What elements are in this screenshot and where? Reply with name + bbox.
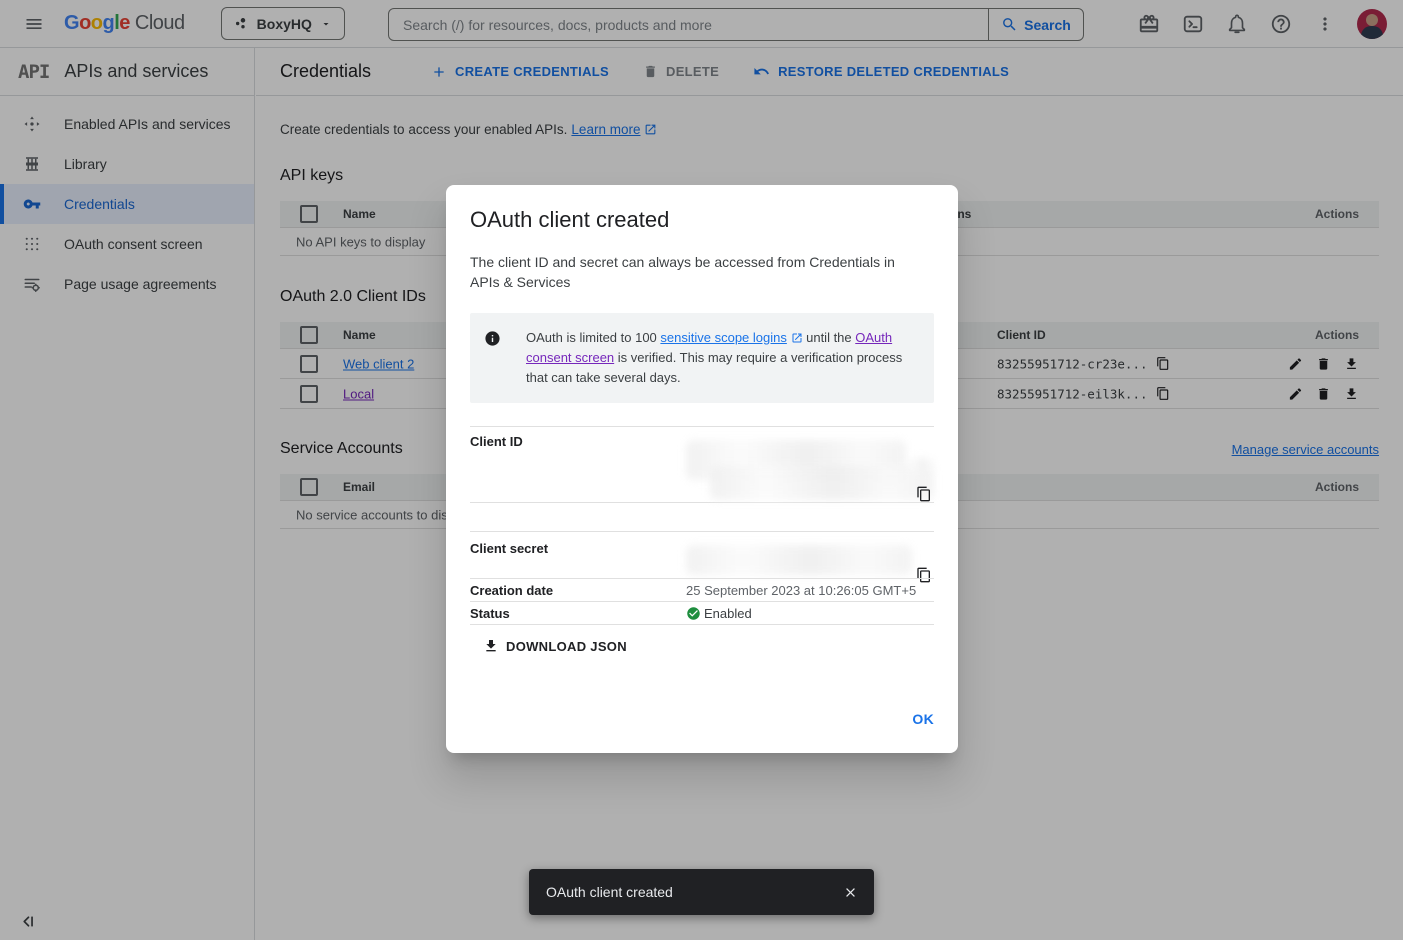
row-spacer [470, 502, 934, 531]
copy-client-id-button[interactable] [916, 486, 932, 502]
redaction-blob [908, 458, 934, 472]
info-icon [484, 328, 526, 388]
sensitive-scope-logins-link[interactable]: sensitive scope logins [660, 330, 786, 345]
info-text-pre: OAuth is limited to 100 [526, 330, 660, 345]
creation-date-label: Creation date [470, 583, 686, 598]
creation-date-value: 25 September 2023 at 10:26:05 GMT+5 [686, 583, 916, 598]
status-row: Status Enabled [470, 601, 934, 625]
download-json-label: DOWNLOAD JSON [506, 639, 627, 654]
close-icon [843, 885, 858, 900]
redaction-blob [710, 466, 934, 500]
ok-button[interactable]: OK [912, 711, 934, 727]
toast-notification: OAuth client created [529, 869, 874, 915]
info-text-mid: until the [803, 330, 856, 345]
status-value: Enabled [686, 606, 752, 621]
info-banner: OAuth is limited to 100 sensitive scope … [470, 313, 934, 403]
client-secret-row: Client secret [470, 531, 934, 578]
redaction-blob [686, 545, 912, 575]
toast-close-button[interactable] [837, 879, 864, 906]
copy-icon [916, 486, 932, 502]
client-id-row: Client ID [470, 426, 934, 502]
check-circle-icon [686, 606, 701, 621]
dialog-description: The client ID and secret can always be a… [470, 252, 920, 292]
client-id-label: Client ID [470, 434, 686, 502]
client-secret-label: Client secret [470, 541, 686, 578]
dialog-detail-rows: Client ID Client secret [470, 426, 934, 625]
status-text: Enabled [704, 606, 752, 621]
dialog-title: OAuth client created [470, 207, 934, 233]
toast-message: OAuth client created [546, 884, 837, 900]
client-secret-redacted-value [686, 541, 934, 578]
gcp-console-page: Google Cloud BoxyHQ Search [0, 0, 1403, 940]
client-id-redacted-value [686, 434, 934, 502]
external-link-icon [791, 332, 803, 344]
download-icon [483, 638, 499, 654]
creation-date-row: Creation date 25 September 2023 at 10:26… [470, 578, 934, 601]
info-text: OAuth is limited to 100 sensitive scope … [526, 328, 918, 388]
status-label: Status [470, 606, 686, 621]
download-json-button[interactable]: DOWNLOAD JSON [483, 638, 627, 654]
oauth-client-created-dialog: OAuth client created The client ID and s… [446, 185, 958, 753]
